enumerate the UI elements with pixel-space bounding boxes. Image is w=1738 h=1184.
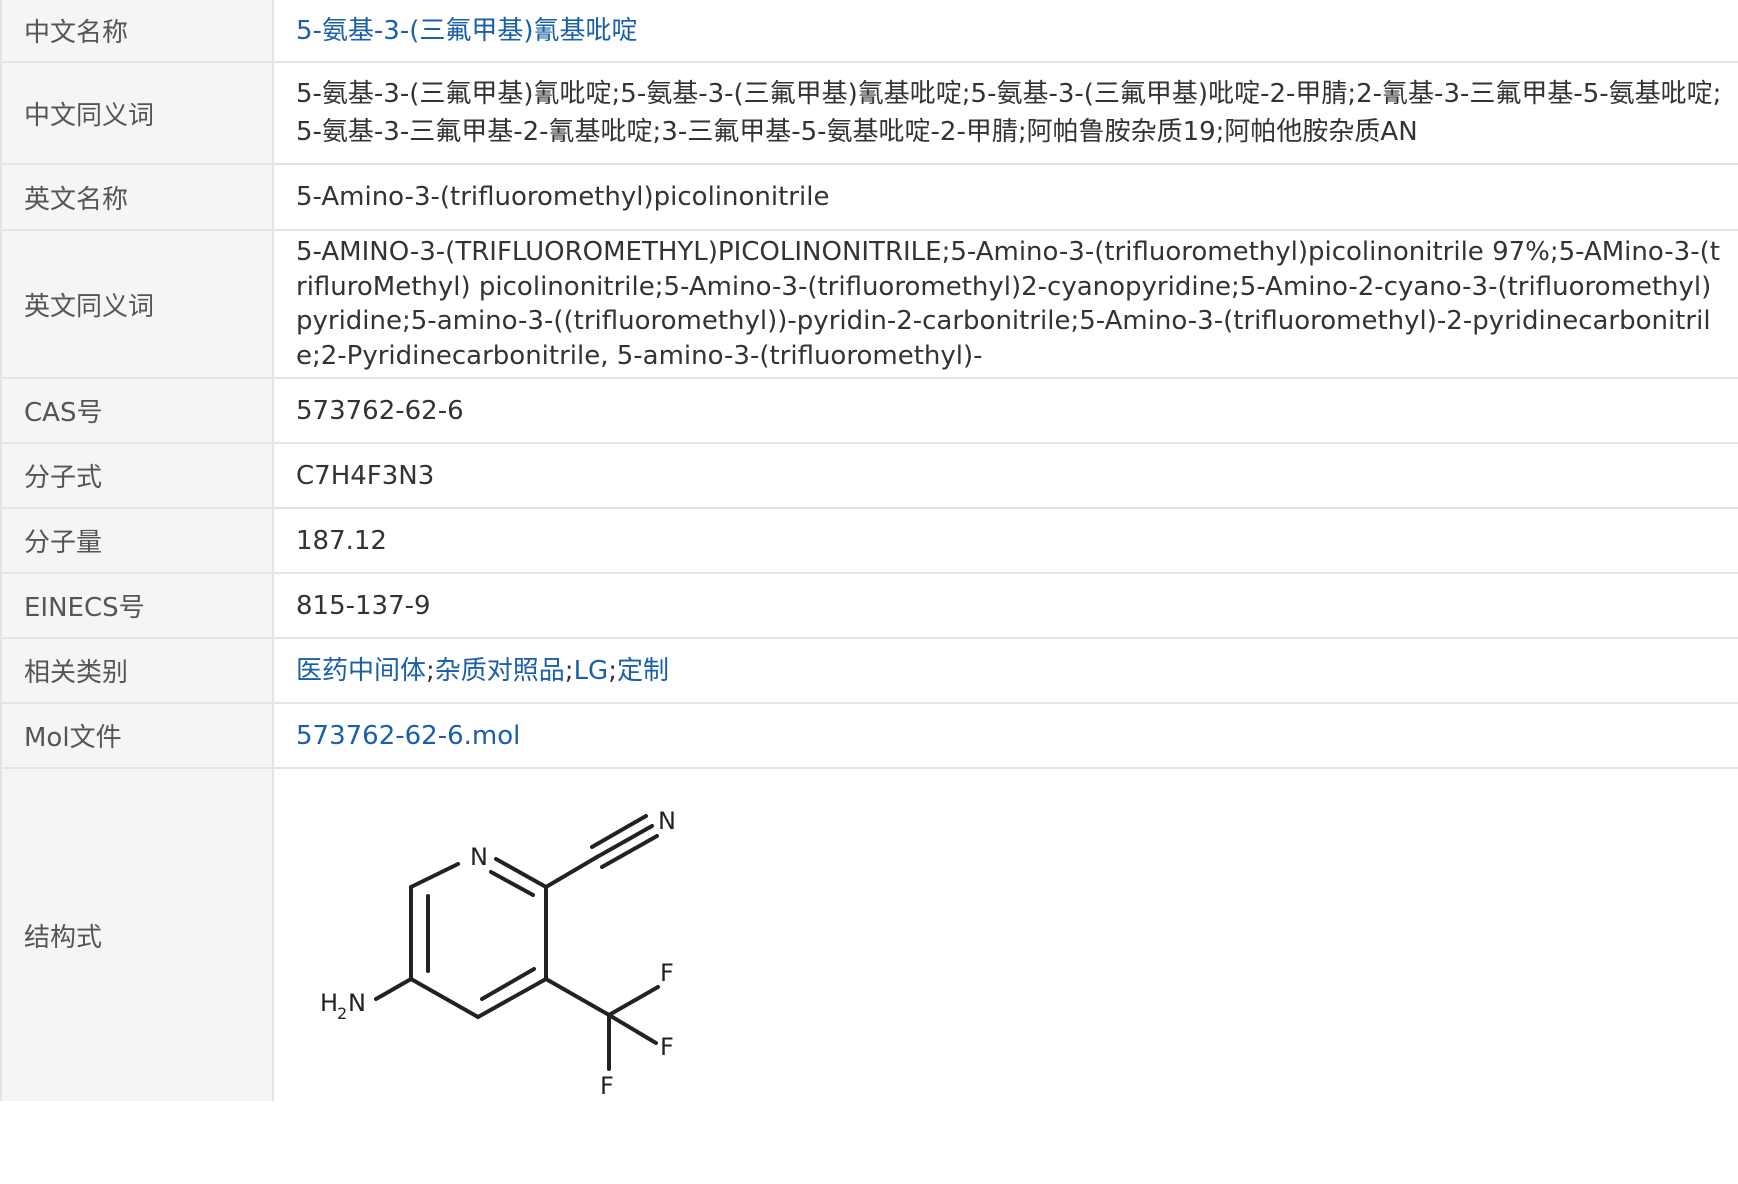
atom-nh2-subscript: 2 (337, 1004, 347, 1023)
atom-n-nitrile: N (658, 807, 676, 835)
row-label: 英文同义词 (0, 231, 274, 377)
atom-f3: F (600, 1072, 614, 1099)
bond-c-f1 (607, 985, 660, 1017)
row-label: 中文名称 (0, 0, 274, 61)
bond-c5-c4 (409, 977, 480, 1019)
row-value: 573762-62-6 (274, 379, 1738, 442)
atom-nh2-h: H (320, 989, 338, 1017)
mol-file-link[interactable]: 573762-62-6.mol (296, 717, 520, 755)
row-cn-name: 中文名称 5-氨基-3-(三氟甲基)氰基吡啶 (0, 0, 1738, 61)
row-label: Mol文件 (0, 704, 274, 767)
molecular-weight: 187.12 (296, 525, 387, 556)
atom-n-ring: N (470, 843, 488, 871)
en-name-text: 5-Amino-3-(trifluoromethyl)picolinonitri… (296, 182, 830, 212)
row-label: 分子量 (0, 509, 274, 572)
row-categories: 相关类别 医药中间体;杂质对照品;LG;定制 (0, 637, 1738, 702)
bond-c4-c3-double (480, 967, 536, 1001)
separator: ; (564, 655, 574, 686)
row-value: 815-137-9 (274, 574, 1738, 637)
category-link-lg[interactable]: LG (574, 656, 609, 686)
category-link-custom[interactable]: 定制 (617, 656, 669, 686)
row-label: 分子式 (0, 444, 274, 507)
row-cas: CAS号 573762-62-6 (0, 377, 1738, 442)
row-value: 5-Amino-3-(trifluoromethyl)picolinonitri… (274, 165, 1738, 229)
row-mol-file: Mol文件 573762-62-6.mol (0, 702, 1738, 767)
row-value: 573762-62-6.mol (274, 704, 1738, 767)
row-en-name: 英文名称 5-Amino-3-(trifluoromethyl)picolino… (0, 163, 1738, 229)
row-value: 医药中间体;杂质对照品;LG;定制 (274, 639, 1738, 702)
atom-f1: F (660, 959, 674, 987)
row-label: EINECS号 (0, 574, 274, 637)
row-einecs: EINECS号 815-137-9 (0, 572, 1738, 637)
cas-number: 573762-62-6 (296, 395, 464, 426)
cn-name-link[interactable]: 5-氨基-3-(三氟甲基)氰基吡啶 (296, 12, 638, 50)
row-label: 相关类别 (0, 639, 274, 702)
en-synonyms-text: 5-AMINO-3-(TRIFLUOROMETHYL)PICOLINONITRI… (296, 237, 1720, 371)
row-value: 5-氨基-3-(三氟甲基)氰基吡啶 (274, 0, 1738, 61)
category-link-impurity-reference[interactable]: 杂质对照品 (435, 656, 565, 686)
row-value: 5-AMINO-3-(TRIFLUOROMETHYL)PICOLINONITRI… (274, 231, 1738, 377)
atom-nh2-n: N (348, 989, 366, 1017)
atom-f2: F (660, 1033, 674, 1061)
categories-list: 医药中间体;杂质对照品;LG;定制 (296, 652, 669, 690)
bond-n-c6 (409, 862, 460, 889)
einecs-number: 815-137-9 (296, 590, 431, 621)
bond-c4-c3 (476, 977, 548, 1019)
bond-c5-nh2 (374, 977, 413, 1001)
row-value: 187.12 (274, 509, 1738, 572)
row-value: C7H4F3N3 (274, 444, 1738, 507)
cn-synonyms-text: 5-氨基-3-(三氟甲基)氰吡啶;5-氨基-3-(三氟甲基)氰基吡啶;5-氨基-… (296, 79, 1722, 147)
bond-c2-n (494, 857, 548, 889)
property-table: 中文名称 5-氨基-3-(三氟甲基)氰基吡啶 中文同义词 5-氨基-3-(三氟甲… (0, 0, 1738, 1101)
bond-c3-cf3 (544, 977, 611, 1017)
category-link-pharma-intermediate[interactable]: 医药中间体 (296, 656, 426, 686)
row-label: 中文同义词 (0, 63, 274, 163)
bond-c-f2 (607, 1013, 658, 1045)
row-label: 英文名称 (0, 165, 274, 229)
separator: ; (608, 655, 617, 686)
row-structure: 结构式 N N H 2 N F F F (0, 767, 1738, 1101)
row-label: CAS号 (0, 379, 274, 442)
row-label: 结构式 (0, 769, 274, 1101)
structure-diagram: N N H 2 N F F F (320, 807, 676, 1099)
molecular-formula: C7H4F3N3 (296, 460, 435, 491)
row-value: N N H 2 N F F F (274, 769, 1738, 1101)
bond-c2-cn (544, 855, 599, 889)
row-weight: 分子量 187.12 (0, 507, 1738, 572)
row-formula: 分子式 C7H4F3N3 (0, 442, 1738, 507)
row-value: 5-氨基-3-(三氟甲基)氰吡啶;5-氨基-3-(三氟甲基)氰基吡啶;5-氨基-… (274, 63, 1738, 163)
row-cn-synonyms: 中文同义词 5-氨基-3-(三氟甲基)氰吡啶;5-氨基-3-(三氟甲基)氰基吡啶… (0, 61, 1738, 163)
separator: ; (426, 655, 435, 686)
row-en-synonyms: 英文同义词 5-AMINO-3-(TRIFLUOROMETHYL)PICOLIN… (0, 229, 1738, 377)
